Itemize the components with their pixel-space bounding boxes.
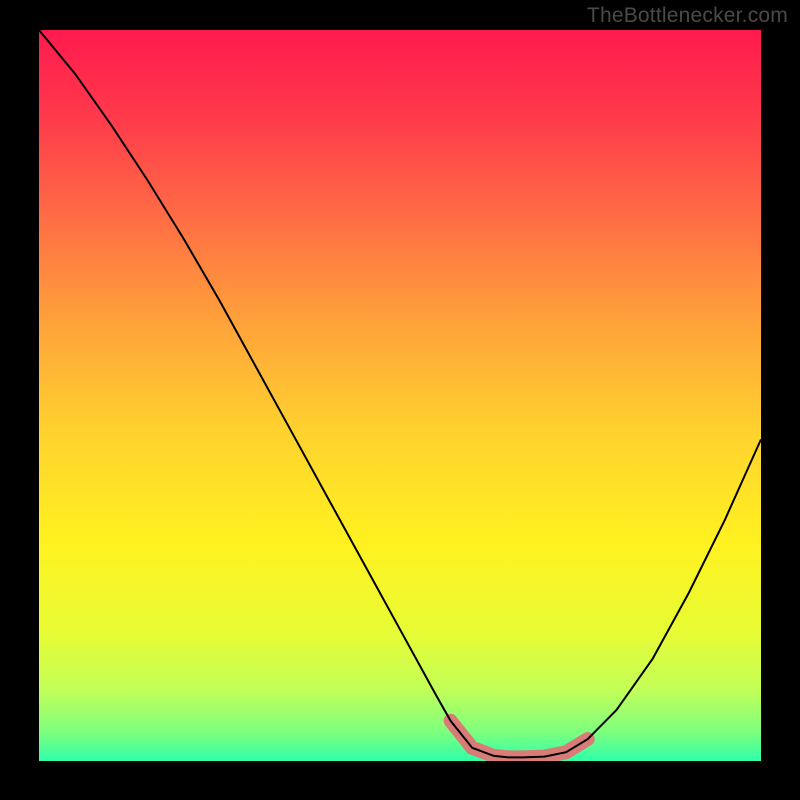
chart-svg: [39, 30, 761, 761]
watermark-text: TheBottlenecker.com: [587, 4, 788, 28]
chart-plot: [39, 30, 761, 761]
chart-frame: TheBottlenecker.com: [0, 0, 800, 800]
gradient-background: [39, 30, 761, 761]
